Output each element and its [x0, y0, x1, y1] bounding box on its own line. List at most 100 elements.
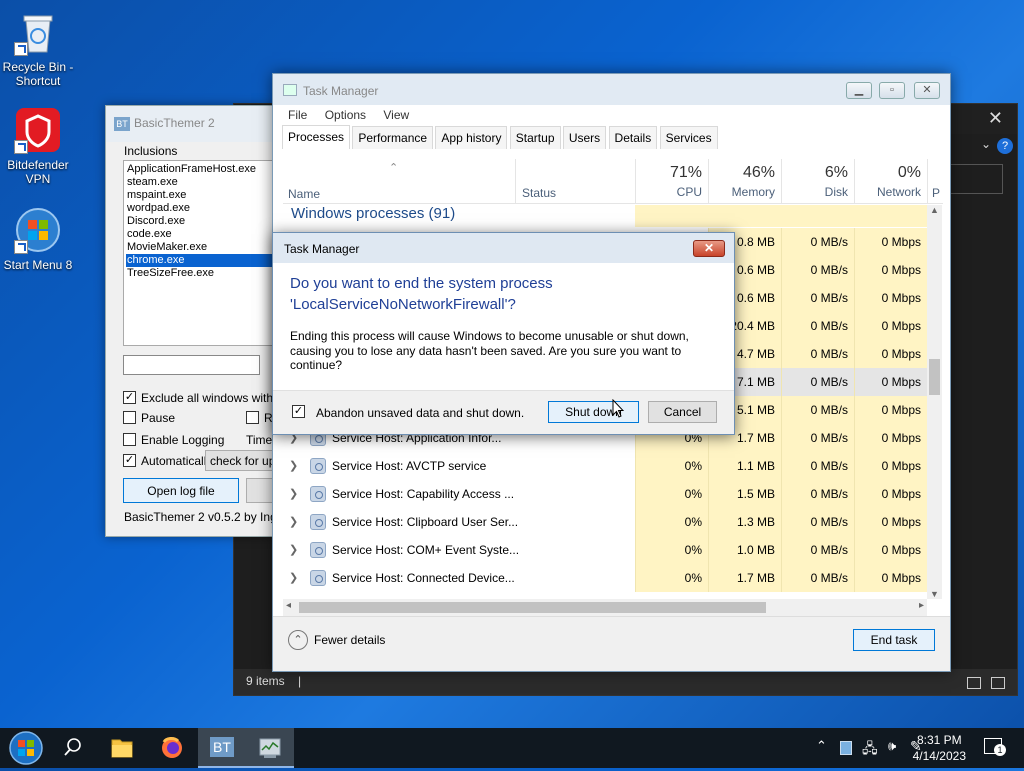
column-memory[interactable]: 46% Memory — [708, 159, 781, 204]
list-item[interactable]: steam.exe — [126, 176, 280, 189]
list-item[interactable]: ApplicationFrameHost.exe — [126, 163, 280, 176]
basicthemer-taskbar-button[interactable]: BT — [198, 728, 246, 768]
column-name[interactable]: Name — [288, 187, 320, 201]
network-icon[interactable]: 🖧 — [862, 738, 878, 762]
table-row[interactable]: ❯ Service Host: Clipboard User Ser... 0%… — [283, 508, 928, 536]
open-log-button[interactable]: Open log file — [123, 478, 239, 503]
process-name: Service Host: COM+ Event Syste... — [332, 543, 520, 557]
action-center-icon[interactable]: 1 — [984, 738, 1006, 756]
enable-logging-checkbox[interactable] — [123, 433, 136, 446]
memory-cell: 1.0 MB — [708, 536, 781, 564]
tab-details[interactable]: Details — [608, 126, 658, 149]
large-icons-view-icon[interactable] — [991, 677, 1005, 689]
expand-chevron-icon[interactable]: ❯ — [289, 515, 298, 528]
clock-date: 4/14/2023 — [912, 749, 966, 763]
inclusions-list[interactable]: ApplicationFrameHost.exe steam.exe mspai… — [123, 160, 283, 346]
column-power[interactable]: P — [927, 159, 943, 204]
clock[interactable]: 8:31 PM 4/14/2023 — [913, 732, 966, 764]
scroll-left-icon[interactable]: ◂ — [286, 600, 291, 611]
task-manager-titlebar: Task Manager ▁ ▫ ✕ — [273, 74, 950, 105]
close-button[interactable]: ✕ — [693, 240, 725, 257]
column-cpu[interactable]: 71% CPU — [635, 159, 708, 204]
add-inclusion-input[interactable] — [123, 355, 260, 375]
close-button[interactable]: ✕ — [914, 82, 940, 99]
cpu-cell: 0% — [635, 480, 708, 508]
menu-view[interactable]: View — [376, 105, 416, 125]
search-button[interactable] — [48, 728, 96, 768]
table-row[interactable]: ❯ Service Host: AVCTP service 0% 1.1 MB … — [283, 452, 928, 480]
network-cell: 0 Mbps — [854, 424, 927, 452]
pause-checkbox[interactable] — [123, 411, 136, 424]
volume-icon[interactable]: 🕪 — [888, 738, 896, 754]
list-item[interactable]: mspaint.exe — [126, 189, 280, 202]
file-explorer-button[interactable] — [98, 728, 146, 768]
menu-options[interactable]: Options — [318, 105, 373, 125]
abandon-data-checkbox[interactable]: ✓ — [292, 405, 305, 418]
exclude-all-checkbox[interactable]: ✓ — [123, 391, 136, 404]
automatically-checkbox[interactable]: ✓ — [123, 454, 136, 467]
close-icon[interactable]: ✕ — [988, 108, 1003, 129]
table-row[interactable]: ❯ Service Host: COM+ Event Syste... 0% 1… — [283, 536, 928, 564]
network-cell: 0 Mbps — [854, 228, 927, 256]
column-status[interactable]: Status — [515, 159, 635, 204]
fewer-details-link[interactable]: Fewer details — [314, 633, 385, 647]
menu-file[interactable]: File — [281, 105, 314, 125]
basicthemer-titlebar: BT BasicThemer 2 — [106, 106, 279, 142]
list-item[interactable]: Discord.exe — [126, 215, 280, 228]
expand-chevron-icon[interactable]: ❯ — [289, 571, 298, 584]
expand-chevron-icon[interactable]: ❯ — [289, 543, 298, 556]
tab-processes[interactable]: Processes — [282, 125, 351, 149]
list-item[interactable]: MovieMaker.exe — [126, 241, 280, 254]
table-row[interactable]: ❯ Service Host: Capability Access ... 0%… — [283, 480, 928, 508]
firefox-button[interactable] — [148, 728, 196, 768]
details-view-icon[interactable] — [967, 677, 981, 689]
show-hidden-icons-chevron-icon[interactable]: ⌃ — [816, 738, 827, 754]
tab-startup[interactable]: Startup — [509, 126, 561, 149]
process-name: Service Host: AVCTP service — [332, 459, 487, 473]
basicthemer-logo-icon: BT — [210, 737, 234, 757]
column-disk[interactable]: 6% Disk — [781, 159, 854, 204]
expand-chevron-icon[interactable]: ❯ — [289, 459, 298, 472]
dialog-heading: Do you want to end the system process 'L… — [290, 275, 553, 313]
vertical-scrollbar[interactable]: ▲ ▼ — [927, 205, 942, 599]
list-item-selected[interactable]: chrome.exe — [126, 254, 280, 267]
scroll-right-icon[interactable]: ▸ — [919, 600, 924, 611]
cancel-button[interactable]: Cancel — [648, 401, 717, 423]
network-drive-icon[interactable] — [840, 741, 852, 755]
tab-app-history[interactable]: App history — [435, 126, 508, 149]
search-icon — [64, 738, 81, 756]
start-button[interactable] — [0, 728, 48, 768]
scrollbar-thumb[interactable] — [299, 602, 766, 613]
scroll-up-icon[interactable]: ▲ — [930, 205, 939, 215]
help-icon[interactable]: ? — [997, 138, 1013, 154]
desktop-icon-start-menu-8[interactable]: Start Menu 8 — [0, 206, 76, 272]
collapse-up-icon[interactable]: ⌃ — [288, 630, 308, 650]
version-label: BasicThemer 2 v0.5.2 by Ingan — [124, 510, 291, 524]
list-item[interactable]: TreeSizeFree.exe — [126, 267, 280, 280]
column-network[interactable]: 0% Network — [854, 159, 927, 204]
task-manager-taskbar-button[interactable] — [246, 728, 294, 768]
scroll-down-icon[interactable]: ▼ — [930, 589, 939, 599]
desktop-icon-recycle-bin[interactable]: Recycle Bin - Shortcut — [0, 8, 76, 88]
disk-cell: 0 MB/s — [781, 228, 854, 256]
desktop-icon-bitdefender-vpn[interactable]: Bitdefender VPN — [0, 106, 76, 186]
tab-services[interactable]: Services — [659, 126, 718, 149]
expand-chevron-icon[interactable]: ❯ — [289, 487, 298, 500]
list-item[interactable]: wordpad.exe — [126, 202, 280, 215]
chevron-down-icon[interactable]: ⌄ — [981, 137, 991, 151]
shut-down-button[interactable]: Shut down — [548, 401, 639, 423]
network-cell: 0 Mbps — [854, 368, 927, 396]
horizontal-scrollbar[interactable]: ◂ ▸ — [283, 599, 927, 616]
maximize-button[interactable]: ▫ — [879, 82, 905, 99]
search-input[interactable] — [943, 164, 1003, 194]
table-row[interactable]: ❯ Service Host: Connected Device... 0% 1… — [283, 564, 928, 592]
r-checkbox[interactable] — [246, 411, 259, 424]
list-item[interactable]: code.exe — [126, 228, 280, 241]
firefox-icon — [162, 737, 182, 758]
tab-users[interactable]: Users — [562, 126, 607, 149]
end-task-button[interactable]: End task — [853, 629, 935, 651]
scrollbar-thumb[interactable] — [929, 359, 940, 395]
folder-icon — [111, 739, 133, 758]
tab-performance[interactable]: Performance — [352, 126, 434, 149]
minimize-button[interactable]: ▁ — [846, 82, 872, 99]
